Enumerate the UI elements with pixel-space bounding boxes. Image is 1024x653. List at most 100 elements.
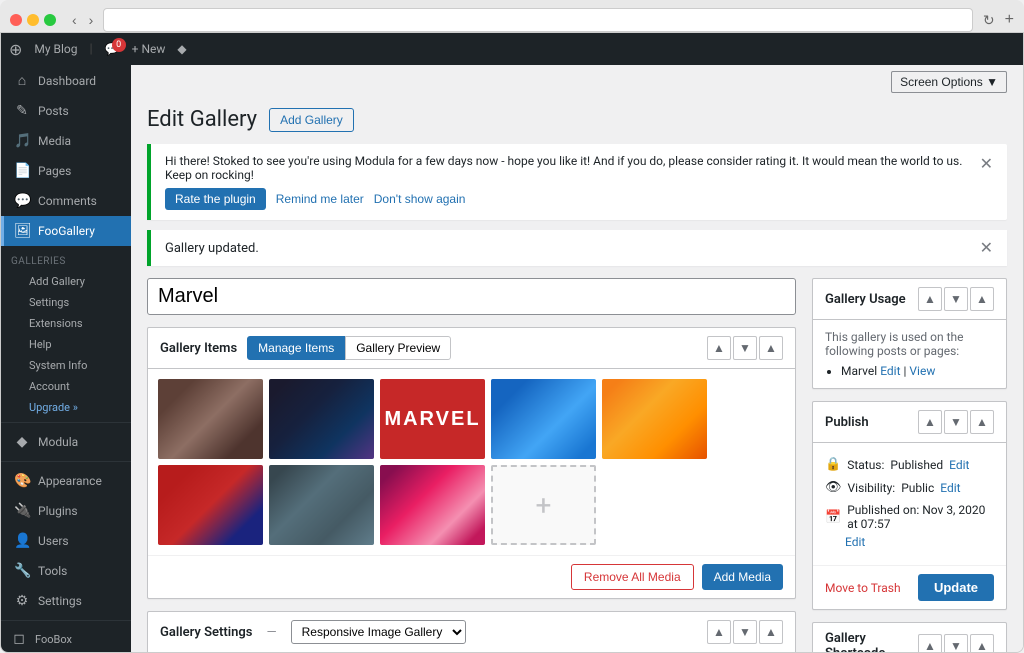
shortcode-toggle[interactable]: ▲ (970, 634, 994, 652)
foobox-icon: ◻ (11, 631, 27, 647)
sidebar-item-foogallery[interactable]: 🖼 FooGallery (1, 216, 131, 246)
dont-show-button[interactable]: Don't show again (374, 192, 466, 206)
modula-icon: ◆ (177, 42, 186, 56)
plugin-notice: Hi there! Stoked to see you're using Mod… (147, 144, 1007, 220)
gallery-type-select[interactable]: Responsive Image Gallery (291, 620, 466, 644)
gallery-thumb-6[interactable] (269, 465, 374, 545)
gallery-thumb-3[interactable] (491, 379, 596, 459)
sidebar-sub-settings[interactable]: Settings (1, 292, 131, 313)
posts-icon: ✎ (14, 103, 30, 119)
published-date: Published on: Nov 3, 2020 at 07:57 (847, 503, 994, 531)
sidebar-item-foobox[interactable]: ◻ FooBox (1, 625, 131, 652)
pages-icon: 📄 (14, 163, 30, 179)
sidebar-item-dashboard[interactable]: ⌂ Dashboard (1, 65, 131, 96)
publish-collapse-down[interactable]: ▼ (944, 410, 968, 434)
gallery-thumb-2[interactable]: MARVEL (380, 379, 485, 459)
move-to-trash-link[interactable]: Move to Trash (825, 581, 901, 595)
sidebar-item-comments[interactable]: 💬 Comments (1, 186, 131, 216)
sidebar-upgrade-link[interactable]: Upgrade » (1, 397, 131, 418)
publish-toggle[interactable]: ▲ (970, 410, 994, 434)
sidebar: ⌂ Dashboard ✎ Posts 🎵 Media 📄 Pages 💬 (1, 65, 131, 652)
sidebar-item-tools[interactable]: 🔧 Tools (1, 556, 131, 586)
plugins-icon: 🔌 (14, 503, 30, 519)
users-icon: 👤 (14, 533, 30, 549)
sidebar-item-pages[interactable]: 📄 Pages (1, 156, 131, 186)
notice-dismiss-button[interactable]: ✕ (980, 154, 993, 174)
remove-all-media-button[interactable]: Remove All Media (571, 564, 694, 590)
settings-icon: ⚙ (14, 593, 30, 609)
gallery-thumb-5[interactable] (158, 465, 263, 545)
sidebar-sub-extensions[interactable]: Extensions (1, 313, 131, 334)
sidebar-item-modula[interactable]: ◆ Modula (1, 427, 131, 457)
sidebar-sub-help[interactable]: Help (1, 334, 131, 355)
sidebar-item-plugins[interactable]: 🔌 Plugins (1, 496, 131, 526)
sidebar-item-settings[interactable]: ⚙ Settings (1, 586, 131, 616)
back-button[interactable]: ‹ (68, 10, 81, 30)
sidebar-item-media[interactable]: 🎵 Media (1, 126, 131, 156)
tools-icon: 🔧 (14, 563, 30, 579)
settings-toggle[interactable]: ▲ (759, 620, 783, 644)
usage-view-link[interactable]: View (909, 364, 935, 378)
manage-items-tab[interactable]: Manage Items (247, 336, 345, 360)
new-tab-button[interactable]: + (1005, 11, 1014, 29)
sidebar-item-appearance[interactable]: 🎨 Appearance (1, 466, 131, 496)
published-edit-link[interactable]: Edit (845, 535, 865, 549)
gallery-thumb-0[interactable] (158, 379, 263, 459)
minimize-dot[interactable] (27, 14, 39, 26)
gallery-thumb-4[interactable] (602, 379, 707, 459)
updated-notice-dismiss[interactable]: ✕ (980, 238, 993, 258)
settings-collapse-up[interactable]: ▲ (707, 620, 731, 644)
gallery-name-input[interactable] (147, 278, 796, 315)
gallery-usage-box: Gallery Usage ▲ ▼ ▲ This gallery is used… (812, 278, 1007, 389)
sidebar-item-users[interactable]: 👤 Users (1, 526, 131, 556)
sidebar-sub-system-info[interactable]: System Info (1, 355, 131, 376)
usage-collapse-up[interactable]: ▲ (918, 287, 942, 311)
screen-options-button[interactable]: Screen Options ▼ (891, 71, 1007, 93)
updated-notice: Gallery updated. ✕ (147, 230, 1007, 266)
forward-button[interactable]: › (85, 10, 98, 30)
collapse-up-button[interactable]: ▲ (707, 336, 731, 360)
status-icon: 🔒 (825, 457, 841, 472)
toggle-button[interactable]: ▲ (759, 336, 783, 360)
collapse-down-button[interactable]: ▼ (733, 336, 757, 360)
dashboard-icon: ⌂ (14, 72, 30, 89)
publish-collapse-up[interactable]: ▲ (918, 410, 942, 434)
close-dot[interactable] (10, 14, 22, 26)
shortcode-box: Gallery Shortcode ▲ ▼ ▲ [foogallery id="… (812, 622, 1007, 652)
settings-collapse-down[interactable]: ▼ (733, 620, 757, 644)
gallery-thumb-1[interactable] (269, 379, 374, 459)
modula-sidebar-icon: ◆ (14, 434, 30, 450)
sidebar-item-posts[interactable]: ✎ Posts (1, 96, 131, 126)
foogallery-icon: 🖼 (14, 223, 30, 239)
gallery-usage-item: Marvel Edit | View (841, 364, 994, 378)
maximize-dot[interactable] (44, 14, 56, 26)
remind-later-button[interactable]: Remind me later (276, 192, 364, 206)
gallery-thumb-7[interactable] (380, 465, 485, 545)
visibility-edit-link[interactable]: Edit (940, 481, 960, 495)
sidebar-sub-add-gallery[interactable]: Add Gallery (1, 271, 131, 292)
gallery-usage-title: Gallery Usage (825, 292, 906, 307)
usage-collapse-down[interactable]: ▼ (944, 287, 968, 311)
add-media-button[interactable]: Add Media (702, 564, 783, 590)
shortcode-collapse-down[interactable]: ▼ (944, 634, 968, 652)
shortcode-collapse-up[interactable]: ▲ (918, 634, 942, 652)
gallery-usage-text: This gallery is used on the following po… (825, 330, 994, 358)
reload-button[interactable]: ↻ (983, 12, 995, 29)
add-image-placeholder[interactable]: + (491, 465, 596, 545)
updated-notice-text: Gallery updated. (165, 241, 259, 256)
admin-bar-blog[interactable]: My Blog (34, 42, 77, 56)
admin-bar-new[interactable]: + New (132, 42, 166, 56)
admin-bar-comments[interactable]: 💬 0 (105, 42, 120, 56)
gallery-preview-tab[interactable]: Gallery Preview (345, 336, 451, 360)
admin-bar-modula[interactable]: ◆ (177, 42, 186, 56)
rate-plugin-button[interactable]: Rate the plugin (165, 188, 266, 210)
update-button[interactable]: Update (918, 574, 994, 601)
status-edit-link[interactable]: Edit (949, 458, 969, 472)
wp-logo-icon: ⊕ (9, 40, 22, 59)
address-bar[interactable] (103, 8, 973, 32)
plus-icon: + (536, 489, 552, 522)
usage-edit-link[interactable]: Edit (880, 364, 900, 378)
usage-toggle[interactable]: ▲ (970, 287, 994, 311)
sidebar-sub-account[interactable]: Account (1, 376, 131, 397)
add-gallery-button[interactable]: Add Gallery (269, 108, 354, 132)
